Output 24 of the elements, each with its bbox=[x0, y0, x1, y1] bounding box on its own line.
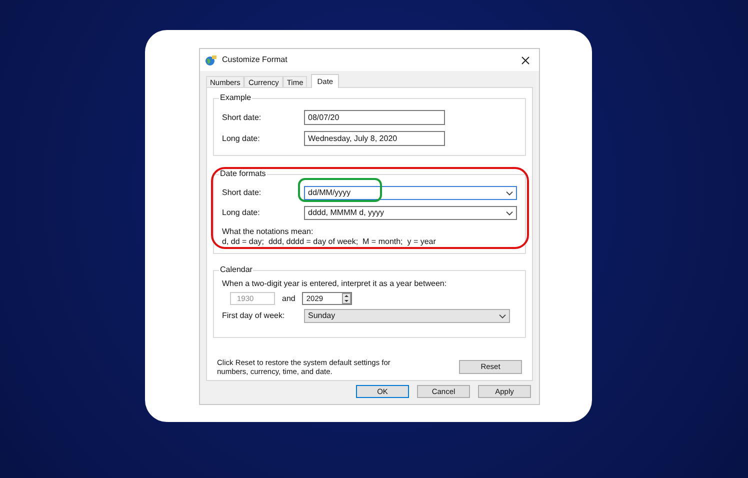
field-label: Long date: bbox=[222, 132, 261, 144]
field-label: First day of week: bbox=[222, 310, 286, 322]
field-label: Long date: bbox=[222, 207, 261, 219]
text-field[interactable]: 08/07/20 bbox=[304, 110, 445, 125]
notation-text: d, dd = day; ddd, dddd = day of week; M = month; y = year bbox=[222, 237, 437, 247]
dropdown[interactable]: dd/MM/yyyy bbox=[304, 186, 517, 200]
between-label: and bbox=[282, 292, 296, 304]
dropdown[interactable]: dddd, MMMM d, yyyy bbox=[304, 206, 517, 220]
chevron-down-icon bbox=[499, 314, 506, 318]
prompt-text: When a two-digit year is entered, interpret it as a year between: bbox=[222, 279, 448, 289]
chevron-down-icon bbox=[506, 210, 513, 216]
dropdown[interactable]: Sunday bbox=[304, 309, 510, 323]
group-title: Date formats bbox=[219, 169, 267, 179]
field-label: Short date: bbox=[222, 112, 262, 124]
chevron-down-icon bbox=[506, 190, 513, 196]
group-title: Calendar bbox=[219, 265, 254, 275]
window-title: Customize Format bbox=[222, 54, 288, 66]
close-icon[interactable] bbox=[521, 56, 530, 64]
group-title: Example bbox=[219, 93, 252, 103]
field-label: Short date: bbox=[222, 187, 262, 199]
text-field[interactable]: Wednesday, July 8, 2020 bbox=[304, 131, 445, 146]
spinner-arrows-icon[interactable] bbox=[342, 293, 352, 304]
notation-text: What the notations mean: bbox=[222, 227, 314, 237]
globe-icon bbox=[205, 54, 217, 66]
